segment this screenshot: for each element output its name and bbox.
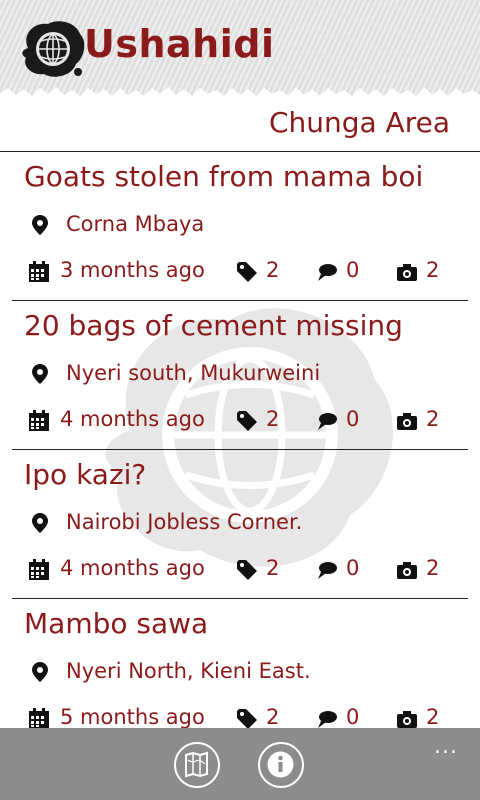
category-count: 2 [266,556,280,580]
location-pin-icon [32,662,48,682]
location-pin-icon [32,215,48,235]
app-title: Ushahidi [84,22,275,66]
camera-icon [397,711,417,728]
calendar-icon [29,410,49,431]
comment-count: 0 [346,556,360,580]
report-meta: 4 months ago 2 0 2 [28,556,458,584]
more-options-button[interactable]: ... [434,734,458,759]
photo-count: 2 [426,258,440,282]
tag-icon [237,262,257,282]
location-pin-icon [32,513,48,533]
report-title: Mambo sawa [24,607,209,640]
location-pin-icon [32,364,48,384]
info-icon [267,751,294,778]
calendar-icon [29,559,49,580]
report-age: 3 months ago [60,258,205,282]
tag-icon [237,411,257,431]
location-label: Corna Mbaya [66,212,205,236]
map-icon [185,751,208,778]
location-label: Nyeri North, Kieni East. [66,659,311,683]
category-count: 2 [266,705,280,729]
list-item[interactable]: Mambo sawa Nyeri North, Kieni East. 5 mo… [0,599,480,748]
list-item[interactable]: 20 bags of cement missing Nyeri south, M… [0,301,480,450]
tag-icon [237,560,257,580]
report-age: 4 months ago [60,407,205,431]
photo-count: 2 [426,407,440,431]
calendar-icon [29,708,49,729]
comment-count: 0 [346,258,360,282]
photo-count: 2 [426,556,440,580]
report-title: Ipo kazi? [24,458,147,491]
report-age: 4 months ago [60,556,205,580]
report-meta: 4 months ago 2 0 2 [28,407,458,435]
report-title: Goats stolen from mama boi [24,160,424,193]
info-button[interactable] [258,742,304,788]
camera-icon [397,562,417,579]
comment-icon [318,264,337,281]
report-meta: 3 months ago 2 0 2 [28,258,458,286]
report-list: Goats stolen from mama boi Corna Mbaya 3… [0,152,480,748]
location-label: Nyeri south, Mukurweini [66,361,321,385]
tag-icon [237,709,257,729]
comment-icon [318,413,337,430]
calendar-icon [29,261,49,282]
area-title: Chunga Area [268,106,450,139]
camera-icon [397,264,417,281]
comment-count: 0 [346,705,360,729]
report-title: 20 bags of cement missing [24,309,403,342]
photo-count: 2 [426,705,440,729]
app-bar: ... [0,728,480,800]
list-item[interactable]: Ipo kazi? Nairobi Jobless Corner. 4 mont… [0,450,480,599]
location-label: Nairobi Jobless Corner. [66,510,303,534]
torn-edge-divider [0,87,480,102]
comment-icon [318,562,337,579]
list-item[interactable]: Goats stolen from mama boi Corna Mbaya 3… [0,152,480,301]
globe-logo [22,21,85,77]
map-button[interactable] [174,742,220,788]
category-count: 2 [266,258,280,282]
category-count: 2 [266,407,280,431]
comment-icon [318,711,337,728]
camera-icon [397,413,417,430]
comment-count: 0 [346,407,360,431]
app-header: Ushahidi [0,0,480,102]
report-age: 5 months ago [60,705,205,729]
